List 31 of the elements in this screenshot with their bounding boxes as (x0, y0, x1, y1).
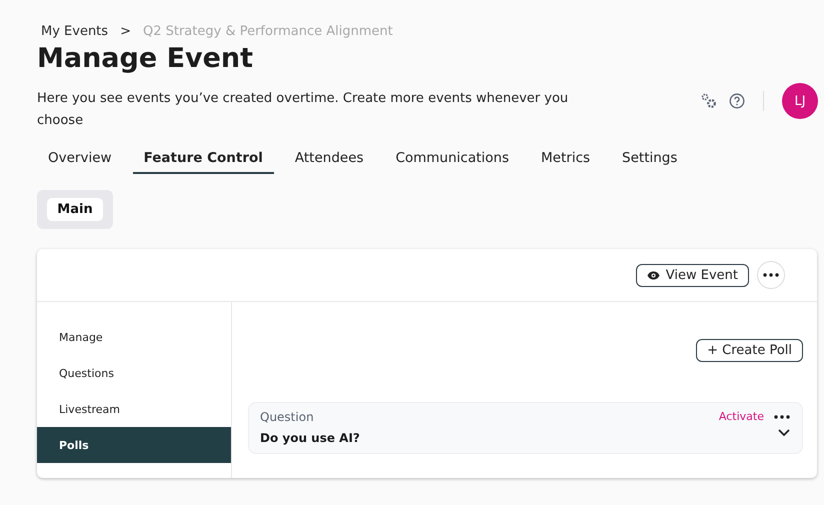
poll-label: Question (260, 410, 315, 424)
tab[interactable]: Settings (611, 150, 688, 174)
tab[interactable]: Metrics (530, 150, 602, 174)
help-icon[interactable] (729, 93, 745, 109)
subtab[interactable]: Main (47, 198, 103, 221)
expand-button[interactable] (778, 429, 790, 437)
sidebar-item[interactable]: Questions (37, 355, 231, 391)
create-poll-button[interactable]: + Create Poll (696, 339, 803, 362)
view-event-button[interactable]: View Event (636, 264, 749, 286)
eye-icon (646, 270, 660, 280)
more-button[interactable] (757, 261, 785, 289)
chevron-down-icon (778, 429, 790, 437)
user-avatar[interactable]: LJ (782, 83, 818, 119)
page-title: Manage Event (37, 43, 254, 74)
poll-question: Do you use AI? (260, 431, 360, 445)
poll-more-button[interactable] (774, 414, 790, 418)
sidebar-item[interactable]: Manage (37, 319, 231, 355)
breadcrumb-separator: > (120, 24, 131, 39)
activate-link[interactable]: Activate (718, 410, 764, 423)
breadcrumb-current: Q2 Strategy & Performance Alignment (142, 24, 393, 39)
tab[interactable]: Communications (384, 150, 520, 174)
more-icon (763, 273, 779, 277)
sidebar-item[interactable]: Livestream (37, 391, 231, 427)
gears-icon[interactable] (701, 93, 717, 109)
tab[interactable]: Feature Control (132, 150, 274, 174)
more-icon (774, 414, 790, 418)
page-description: Here you see events you’ve created overtime. Create more events whenever you choose (37, 90, 570, 130)
breadcrumb-link[interactable]: My Events (41, 24, 108, 39)
sidebar-item[interactable]: Polls (37, 427, 231, 463)
tab[interactable]: Overview (37, 150, 123, 174)
tab[interactable]: Attendees (284, 150, 375, 174)
